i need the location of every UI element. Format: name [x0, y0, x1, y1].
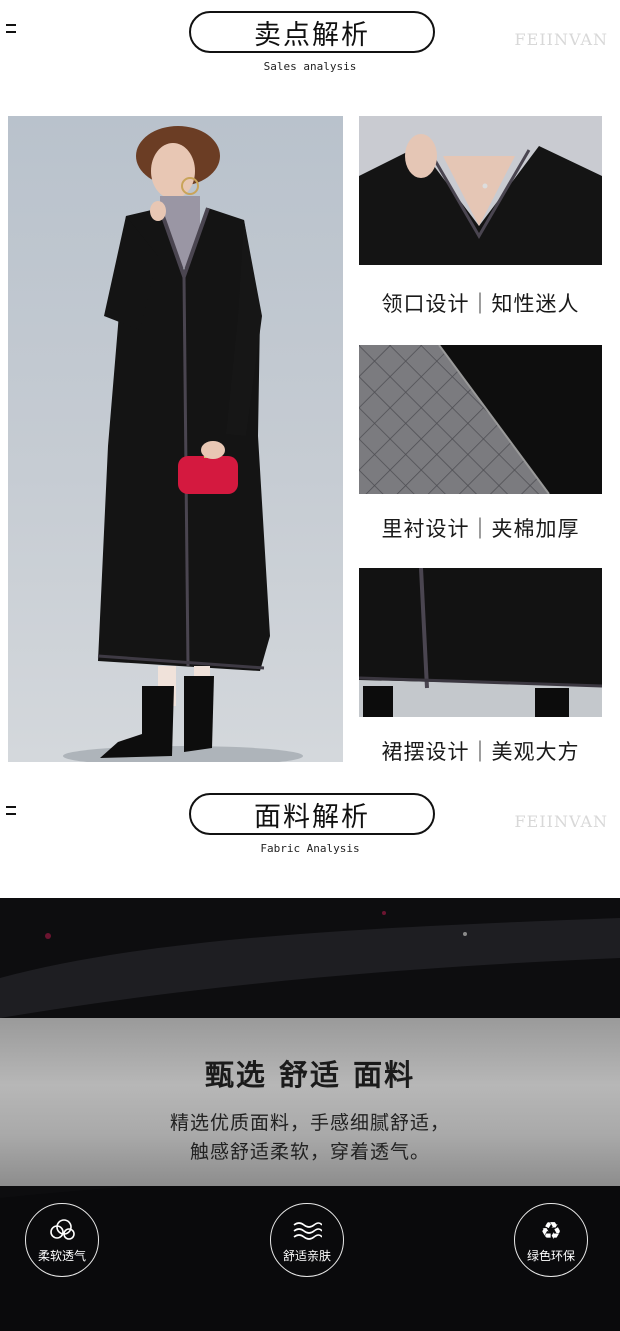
brand-watermark: FEIINVAN	[514, 812, 608, 831]
feature-label: 舒适亲肤	[282, 1248, 331, 1263]
hem-detail-photo	[359, 568, 602, 717]
feature-soft-breathable: 柔软透气	[25, 1203, 99, 1277]
svg-text:♻: ♻	[540, 1217, 562, 1243]
collar-detail-caption: 领口设计｜知性迷人	[381, 292, 580, 316]
recycle-icon: ♻	[540, 1217, 562, 1243]
model-photo	[8, 116, 343, 762]
menu-mark-icon	[6, 806, 18, 820]
cloud-icon	[50, 1218, 75, 1240]
sales-section-title: 卖点解析	[189, 11, 435, 53]
hem-illustration	[359, 568, 602, 717]
model-illustration	[63, 126, 303, 762]
sales-section-header: 卖点解析 Sales analysis FEIINVAN	[0, 0, 620, 90]
fabric-section-title: 面料解析	[189, 793, 435, 835]
collar-detail-photo	[359, 116, 602, 265]
collar-illustration	[359, 116, 602, 265]
brand-watermark: FEIINVAN	[514, 30, 608, 49]
waves-icon	[293, 1221, 322, 1240]
fabric-section-header: 面料解析 Fabric Analysis FEIINVAN	[0, 782, 620, 872]
feature-label: 柔软透气	[37, 1248, 86, 1263]
fabric-headline: 甄选 舒适 面料	[204, 1058, 416, 1092]
menu-mark-icon	[6, 24, 18, 38]
fabric-body-line1: 精选优质面料，手感细腻舒适，	[169, 1112, 450, 1134]
fabric-body-line2: 触感舒适柔软，穿着透气。	[189, 1141, 430, 1163]
feature-eco-friendly: ♻ 绿色环保	[514, 1203, 588, 1277]
hem-detail-caption: 裙摆设计｜美观大方	[381, 740, 580, 764]
lining-detail-photo	[359, 345, 602, 494]
lining-detail-caption: 里衬设计｜夹棉加厚	[381, 517, 580, 541]
feature-label: 绿色环保	[526, 1248, 575, 1263]
sales-section-subtitle: Sales analysis	[263, 60, 357, 73]
feature-skin-friendly: 舒适亲肤	[270, 1203, 344, 1277]
fabric-section-subtitle: Fabric Analysis	[260, 842, 360, 855]
fabric-closeup: 甄选 舒适 面料 精选优质面料，手感细腻舒适， 触感舒适柔软，穿着透气。 柔软透…	[0, 898, 620, 1331]
lining-illustration	[359, 345, 602, 494]
